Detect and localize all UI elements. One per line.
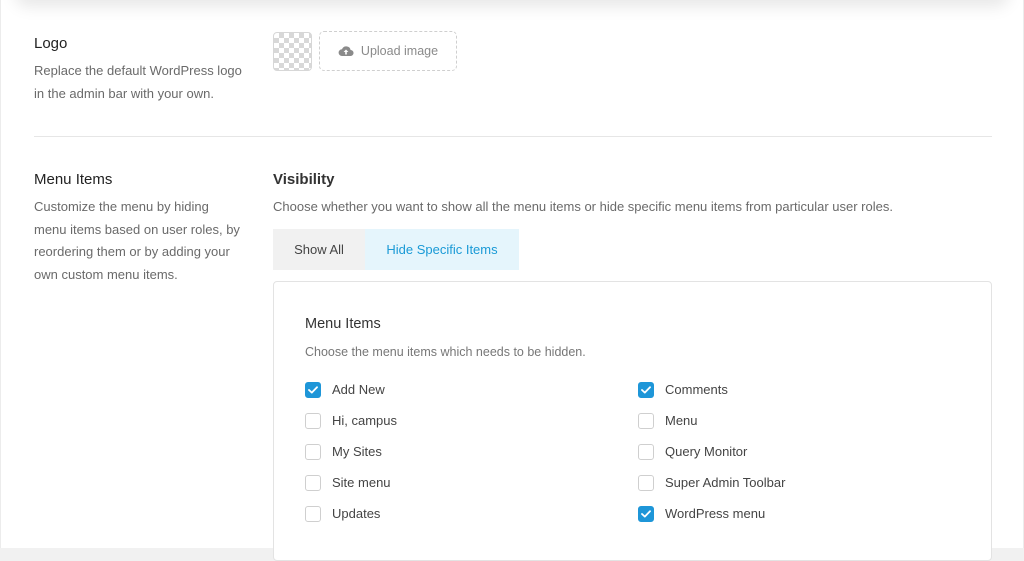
menu-item-checkbox-row[interactable]: Updates — [305, 498, 397, 529]
menu-box-description: Choose the menu items which needs to be … — [305, 345, 586, 359]
menu-items-description-line: Customize the menu by hiding — [34, 199, 209, 214]
upload-image-label: Upload image — [360, 44, 439, 58]
menu-items-description-line: own custom menu items. — [34, 266, 178, 282]
cloud-upload-icon — [338, 45, 354, 57]
section-divider — [34, 136, 992, 137]
menu-item-checkbox-row[interactable]: Super Admin Toolbar — [638, 467, 785, 498]
menu-item-checkbox-row[interactable]: WordPress menu — [638, 498, 785, 529]
menu-item-label: Site menu — [332, 475, 391, 490]
menu-items-description: Customize the menu by hiding menu items … — [34, 196, 240, 286]
checkbox[interactable] — [305, 474, 321, 491]
logo-preview-thumbnail[interactable] — [273, 32, 312, 71]
menu-item-label: Comments — [665, 382, 728, 397]
menu-item-checkbox-row[interactable]: My Sites — [305, 436, 397, 467]
checkbox[interactable] — [638, 412, 654, 429]
checkmark-icon — [641, 385, 651, 393]
menu-item-checkbox-row[interactable]: Site menu — [305, 467, 397, 498]
menu-item-label: My Sites — [332, 444, 382, 459]
menu-items-description-line: menu items based on user roles, by — [34, 221, 240, 237]
menu-item-label: Updates — [332, 506, 381, 521]
visibility-description: Choose whether you want to show all the … — [273, 199, 893, 214]
logo-description-line: in the admin bar with your own. — [34, 85, 214, 101]
menu-items-description-line: reordering them or by adding your — [34, 244, 230, 259]
menu-item-label: Menu — [665, 413, 698, 428]
menu-box-title: Menu Items — [305, 316, 381, 332]
menu-items-right-column: Comments Menu Query Monitor Super Admin … — [638, 374, 785, 529]
settings-panel: Logo Replace the default WordPress logo … — [0, 0, 1024, 561]
visibility-title: Visibility — [273, 171, 335, 188]
checkbox[interactable] — [638, 474, 654, 491]
menu-item-checkbox-row[interactable]: Menu — [638, 405, 785, 436]
checkbox[interactable] — [638, 443, 654, 460]
menu-item-label: Add New — [332, 382, 385, 397]
checkmark-icon — [641, 509, 651, 517]
logo-heading: Logo — [34, 35, 68, 52]
checkbox[interactable] — [638, 381, 654, 398]
menu-items-left-column: Add New Hi, campus My Sites Site menu Up… — [305, 374, 397, 529]
tab-hide-specific-items[interactable]: Hide Specific Items — [365, 229, 519, 270]
checkbox[interactable] — [305, 412, 321, 429]
checkmark-icon — [308, 385, 318, 393]
checkbox[interactable] — [305, 381, 321, 398]
menu-item-checkbox-row[interactable]: Query Monitor — [638, 436, 785, 467]
checkbox[interactable] — [305, 505, 321, 522]
menu-items-heading: Menu Items — [34, 171, 113, 188]
menu-item-checkbox-row[interactable]: Comments — [638, 374, 785, 405]
logo-description-line: Replace the default WordPress logo — [34, 63, 242, 78]
menu-item-label: Hi, campus — [332, 413, 398, 428]
menu-item-label: Super Admin Toolbar — [665, 475, 786, 490]
tab-show-all[interactable]: Show All — [273, 229, 365, 270]
checkbox[interactable] — [638, 505, 654, 522]
menu-item-label: WordPress menu — [665, 506, 766, 521]
menu-item-checkbox-row[interactable]: Hi, campus — [305, 405, 397, 436]
menu-items-box: Menu Items Choose the menu items which n… — [273, 281, 992, 561]
menu-item-label: Query Monitor — [665, 444, 748, 459]
logo-description: Replace the default WordPress logo in th… — [34, 60, 242, 105]
upload-image-button[interactable]: Upload image — [319, 31, 457, 71]
visibility-tabs: Show All Hide Specific Items — [273, 229, 519, 270]
menu-item-checkbox-row[interactable]: Add New — [305, 374, 397, 405]
checkbox[interactable] — [305, 443, 321, 460]
